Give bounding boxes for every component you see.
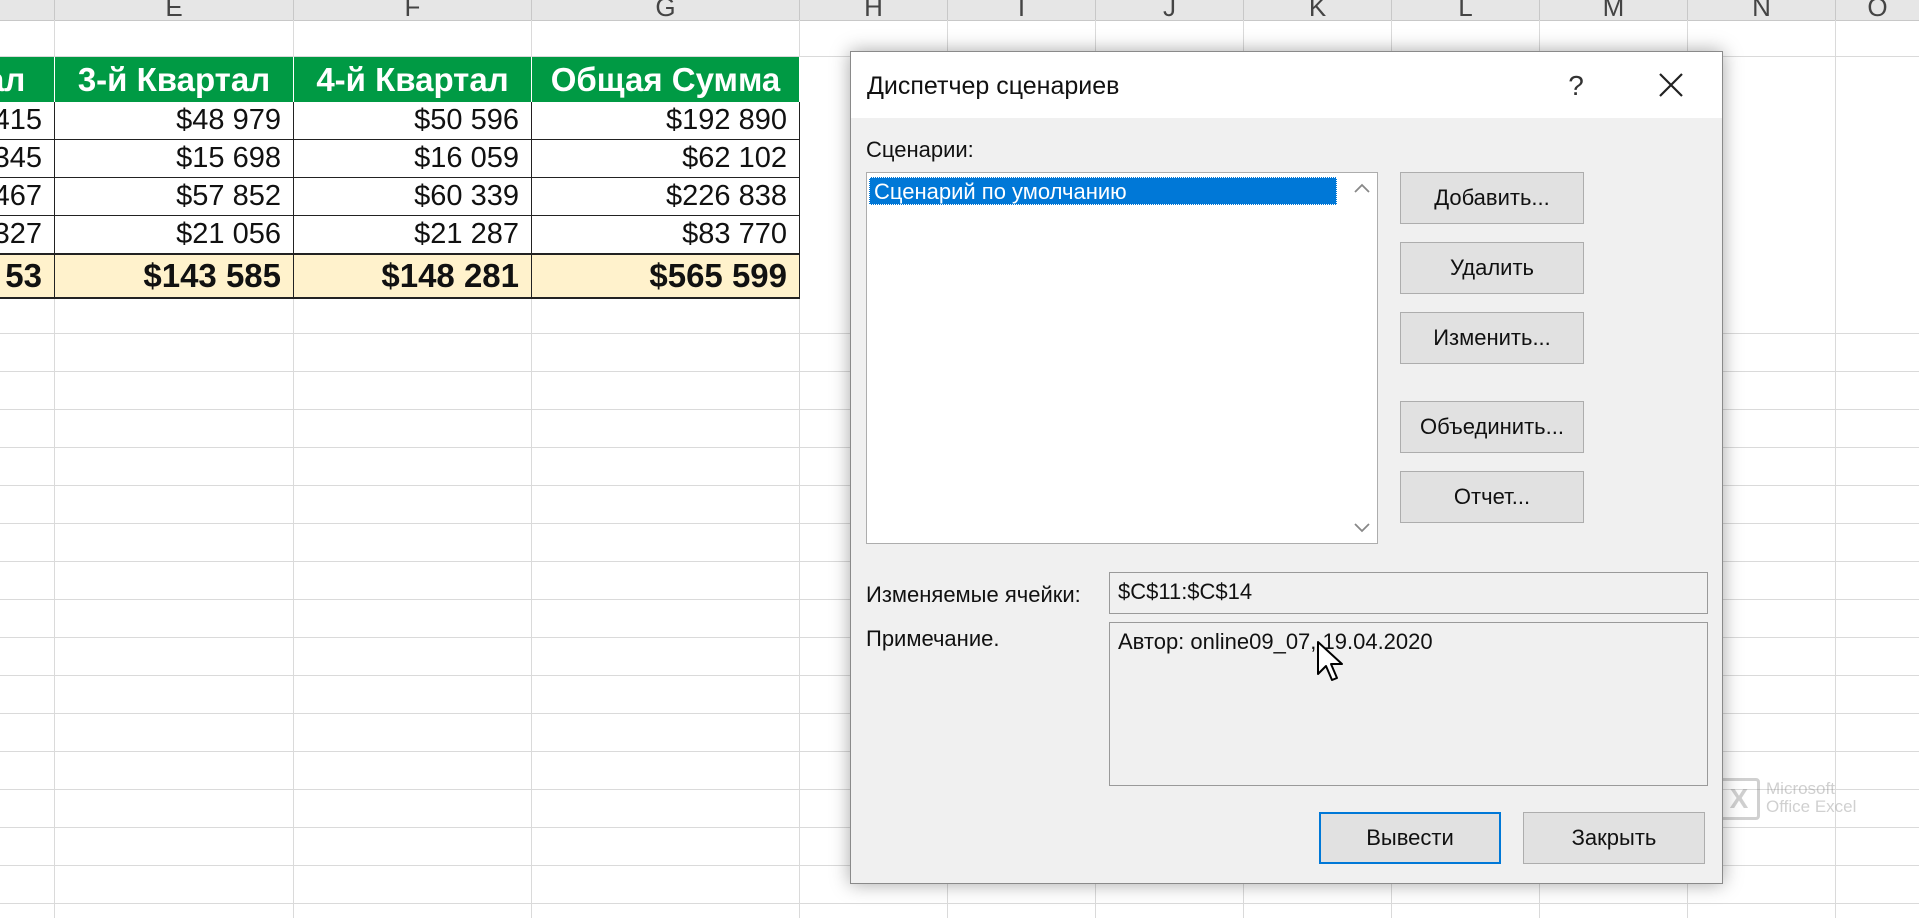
table-header-cell[interactable]: 4-й Квартал [294,57,532,102]
add-scenario-button[interactable]: Добавить... [1400,172,1584,224]
watermark-line: Office Excel [1766,797,1857,816]
chevron-up-icon [1354,183,1370,193]
column-header-m[interactable]: M [1540,0,1688,20]
table-cell[interactable]: $60 339 [294,178,532,216]
comment-field: Автор: online09_07, 19.04.2020 [1109,622,1708,786]
scroll-down-button[interactable] [1347,513,1377,543]
report-button[interactable]: Отчет... [1400,471,1584,523]
total-cell[interactable]: $148 281 [294,254,532,299]
table-header-cell[interactable]: ал [0,57,55,102]
table-cell[interactable]: 345 [0,140,55,178]
column-header-f[interactable]: F [294,0,532,20]
table-header-label: ал [0,60,26,98]
column-header-k[interactable]: K [1244,0,1392,20]
table-header-cell[interactable]: Общая Сумма [532,57,800,102]
table-cell[interactable]: $57 852 [55,178,294,216]
dialog-title: Диспетчер сценариев [867,72,1120,100]
total-cell[interactable]: 53 [0,254,55,299]
total-cell[interactable]: $143 585 [55,254,294,299]
column-header-i[interactable]: I [948,0,1096,20]
table-header-cell[interactable]: 3-й Квартал [55,57,294,102]
excel-watermark: X Microsoft Office Excel [1718,776,1868,826]
scenarios-list[interactable]: Сценарий по умолчанию [866,172,1378,544]
chevron-down-icon [1354,523,1370,533]
dialog-titlebar[interactable]: Диспетчер сценариев ? [851,52,1722,118]
scroll-up-button[interactable] [1347,173,1377,203]
total-cell[interactable]: $565 599 [532,254,800,299]
table-cell[interactable]: 415 [0,102,55,140]
column-header-partial[interactable] [0,0,55,20]
table-cell[interactable]: $15 698 [55,140,294,178]
column-header-e[interactable]: E [55,0,294,20]
table-cell[interactable]: $21 056 [55,216,294,254]
table-cell[interactable]: 467 [0,178,55,216]
close-icon [1659,73,1683,97]
table-cell[interactable]: $226 838 [532,178,800,216]
column-header-j[interactable]: J [1096,0,1244,20]
column-header-g[interactable]: G [532,0,800,20]
close-button[interactable] [1639,60,1703,110]
changing-cells-field: $C$11:$C$14 [1109,572,1708,614]
table-cell[interactable]: $50 596 [294,102,532,140]
delete-scenario-button[interactable]: Удалить [1400,242,1584,294]
excel-logo-icon: X [1718,778,1760,820]
help-button[interactable]: ? [1551,64,1601,108]
table-cell[interactable]: $192 890 [532,102,800,140]
list-scrollbar[interactable] [1347,173,1377,543]
table-cell[interactable]: $16 059 [294,140,532,178]
column-header-l[interactable]: L [1392,0,1540,20]
close-dialog-button[interactable]: Закрыть [1523,812,1705,864]
scenarios-label: Сценарии: [866,137,974,162]
table-cell[interactable]: $21 287 [294,216,532,254]
edit-scenario-button[interactable]: Изменить... [1400,312,1584,364]
show-scenario-button[interactable]: Вывести [1319,812,1501,864]
column-header-o[interactable]: O [1836,0,1919,20]
scenario-manager-dialog: Диспетчер сценариев ? Сценарии: Сценарий… [850,51,1723,884]
column-header-n[interactable]: N [1688,0,1836,20]
changing-cells-label: Изменяемые ячейки: [866,582,1081,607]
mouse-cursor-icon [1317,641,1343,681]
merge-scenarios-button[interactable]: Объединить... [1400,401,1584,453]
column-header-row: E F G H I J K L M N O [0,0,1919,21]
table-cell[interactable]: $62 102 [532,140,800,178]
table-cell[interactable]: $48 979 [55,102,294,140]
watermark-text: Microsoft Office Excel [1766,780,1856,816]
table-cell[interactable]: 327 [0,216,55,254]
list-item[interactable]: Сценарий по умолчанию [869,177,1337,205]
watermark-line: Microsoft [1766,779,1835,798]
column-header-h[interactable]: H [800,0,948,20]
table-cell[interactable]: $83 770 [532,216,800,254]
comment-label: Примечание. [866,626,1000,651]
